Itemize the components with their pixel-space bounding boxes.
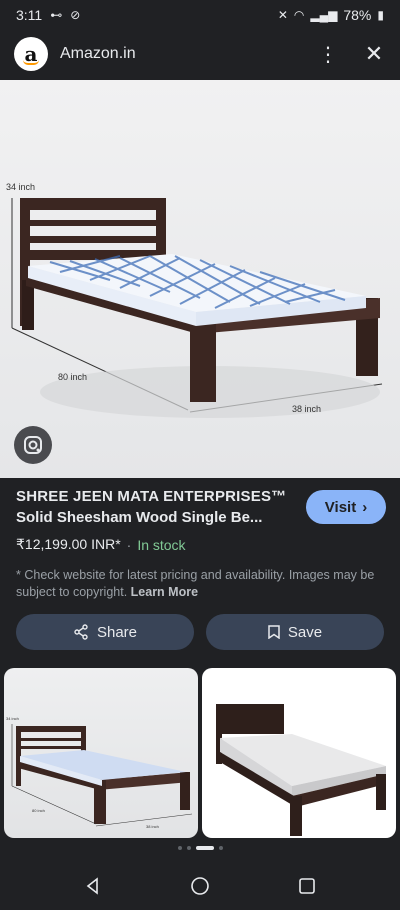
related-image-2[interactable] bbox=[202, 668, 396, 838]
source-header: a Amazon.in ⋮ ✕ bbox=[0, 30, 400, 78]
more-options-icon[interactable]: ⋮ bbox=[316, 42, 340, 66]
signal-icon: ▂▄▆ bbox=[310, 8, 338, 22]
data-saver-icon: ⊷ bbox=[50, 8, 63, 22]
action-buttons: Share Save bbox=[16, 614, 384, 650]
do-not-disturb-icon: ⊘ bbox=[70, 8, 81, 22]
amazon-logo-icon[interactable]: a bbox=[14, 37, 48, 71]
related-image-1[interactable]: 34 inch 80 inch 38 inch bbox=[4, 668, 198, 838]
carousel-dot-active bbox=[195, 846, 214, 850]
close-icon[interactable]: ✕ bbox=[362, 41, 386, 66]
thumb-dimension-length: 80 inch bbox=[32, 808, 45, 813]
back-icon[interactable] bbox=[83, 876, 103, 896]
save-label: Save bbox=[287, 623, 323, 641]
bed-illustration bbox=[11, 198, 383, 418]
share-icon bbox=[74, 624, 88, 640]
chevron-right-icon: › bbox=[362, 498, 368, 516]
carousel-dot bbox=[177, 846, 182, 850]
product-image[interactable]: 34 inch 80 inch 38 inch bbox=[0, 80, 400, 478]
wifi-icon: ◠ bbox=[293, 8, 305, 22]
status-bar: 3:11 ⊷ ⊘ ✕ ◠ ▂▄▆ 78% ▮ bbox=[0, 0, 400, 30]
disclaimer-note: * Check website for latest pricing and a… bbox=[16, 567, 386, 601]
recents-icon[interactable] bbox=[297, 876, 317, 896]
carousel-indicator bbox=[0, 846, 400, 850]
lens-icon bbox=[24, 436, 42, 454]
price: ₹12,199.00 INR* bbox=[16, 536, 121, 552]
system-nav-bar bbox=[0, 862, 400, 910]
thumb-dimension-height: 34 inch bbox=[6, 716, 19, 721]
related-images: 34 inch 80 inch 38 inch bbox=[0, 668, 400, 840]
status-time: 3:11 bbox=[16, 7, 43, 23]
bookmark-icon bbox=[268, 625, 280, 639]
visit-button[interactable]: Visit › bbox=[306, 490, 386, 524]
carousel-dot bbox=[186, 846, 191, 850]
carousel-dot bbox=[218, 846, 223, 850]
mute-icon: ✕ bbox=[277, 8, 288, 22]
save-button[interactable]: Save bbox=[206, 614, 384, 650]
bed-thumbnail-2 bbox=[216, 704, 386, 836]
battery-icon: ▮ bbox=[377, 8, 384, 22]
google-lens-button[interactable] bbox=[14, 426, 52, 464]
home-icon[interactable] bbox=[189, 875, 211, 897]
dimension-length-label: 80 inch bbox=[58, 372, 88, 382]
dimension-height-label: 34 inch bbox=[6, 182, 36, 192]
share-button[interactable]: Share bbox=[16, 614, 194, 650]
separator-dot: · bbox=[126, 536, 132, 553]
price-row: ₹12,199.00 INR* · In stock bbox=[16, 536, 386, 553]
battery-percent: 78% bbox=[343, 7, 372, 23]
share-label: Share bbox=[96, 623, 138, 641]
thumb-dimension-width: 38 inch bbox=[146, 824, 159, 829]
stock-status: In stock bbox=[137, 536, 186, 553]
site-name[interactable]: Amazon.in bbox=[60, 45, 136, 63]
learn-more-link[interactable]: Learn More bbox=[131, 585, 198, 599]
dimension-width-label: 38 inch bbox=[292, 404, 322, 414]
visit-label: Visit bbox=[324, 498, 357, 516]
product-info: SHREE JEEN MATA ENTERPRISES™ Solid Shees… bbox=[16, 488, 386, 601]
